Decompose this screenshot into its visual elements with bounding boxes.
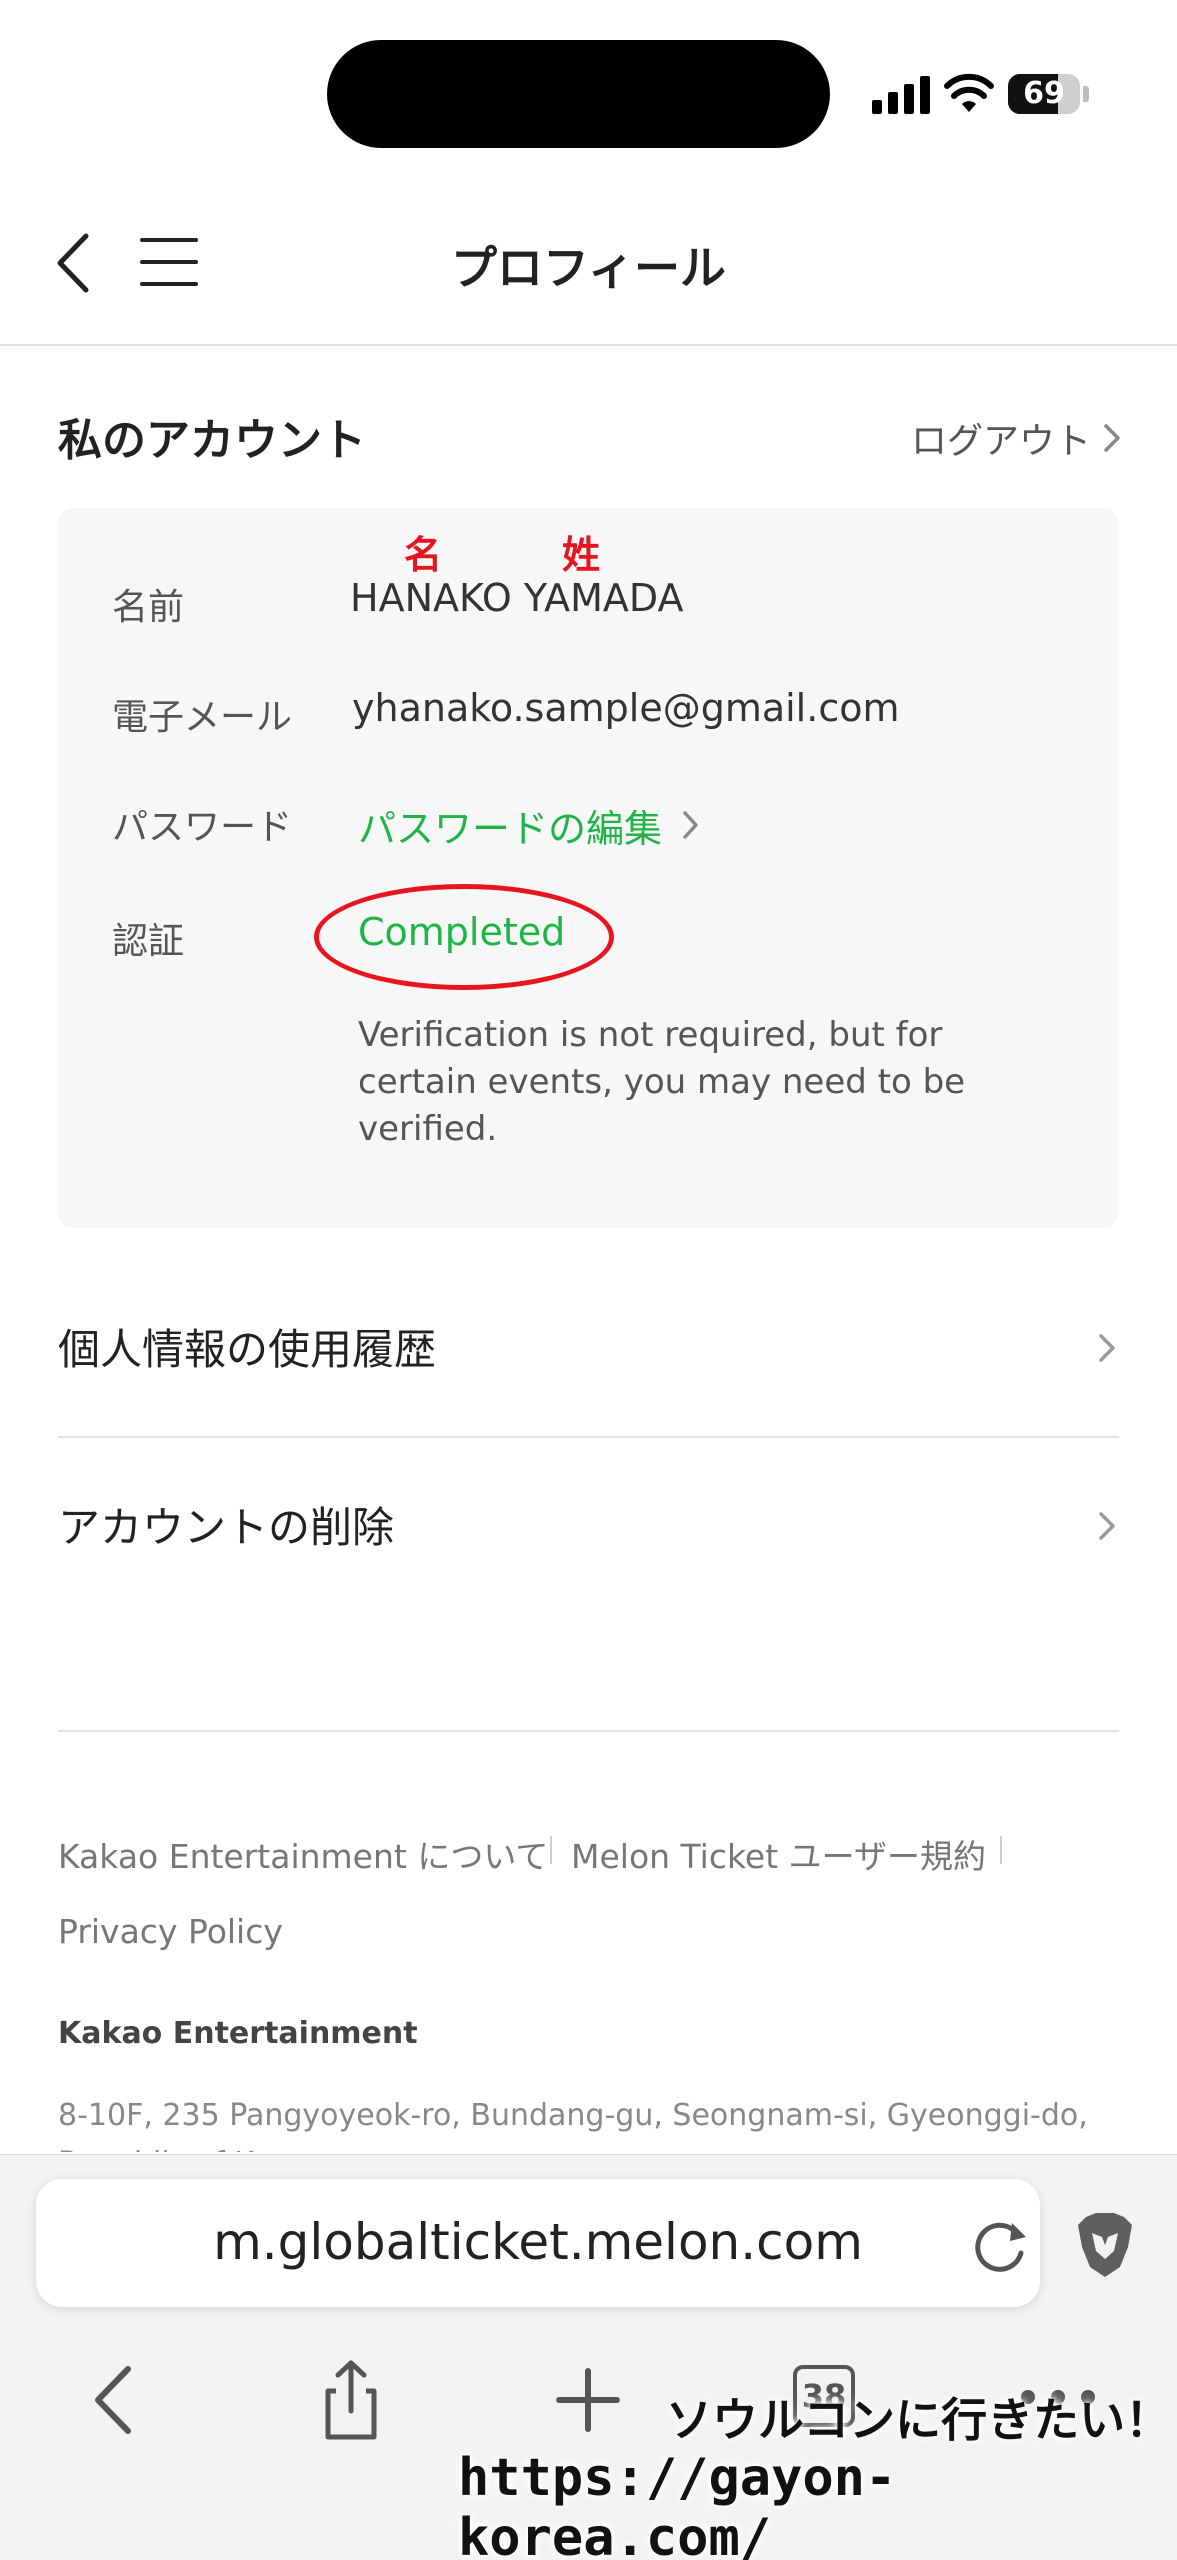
chevron-right-icon	[1099, 1334, 1115, 1362]
status-bar: 69	[0, 0, 1177, 180]
reload-icon[interactable]	[966, 2213, 1032, 2279]
verification-label: 認証	[112, 921, 185, 962]
address-bar[interactable]: m.globalticket.melon.com	[36, 2179, 1040, 2307]
email-label: 電子メール	[112, 697, 293, 738]
new-tab-icon[interactable]	[543, 2355, 633, 2445]
battery-level: 69	[1023, 76, 1065, 111]
watermark-text: ソウルコンに行きたい！	[666, 2393, 1172, 2447]
privacy-usage-history-item[interactable]: 個人情報の使用履歴	[58, 1260, 1119, 1438]
divider	[58, 1730, 1119, 1732]
edit-password-link[interactable]: パスワードの編集	[358, 798, 662, 853]
dynamic-island	[327, 40, 830, 148]
footer-separator	[550, 1836, 552, 1864]
footer-link-about[interactable]: Kakao Entertainment について	[58, 1830, 548, 1878]
page-header: プロフィール	[0, 180, 1177, 346]
page-title: プロフィール	[450, 241, 727, 295]
brave-lion-icon[interactable]	[1072, 2211, 1138, 2281]
logout-link[interactable]: ログアウト	[911, 412, 1091, 464]
list-item-label: アカウントの削除	[58, 1503, 395, 1552]
delete-account-item[interactable]: アカウントの削除	[58, 1438, 1119, 1616]
name-label: 名前	[112, 587, 185, 628]
signal-icon	[872, 76, 930, 114]
company-address: 8-10F, 235 Pangyoyeok-ro, Bundang-gu, Se…	[58, 2098, 1088, 2152]
list-item-label: 個人情報の使用履歴	[58, 1325, 437, 1374]
share-icon[interactable]	[306, 2355, 396, 2445]
footer-link-terms[interactable]: Melon Ticket ユーザー規約	[571, 1830, 986, 1878]
battery-icon: 69	[1008, 74, 1080, 114]
annotation-family-name: 姓	[562, 533, 601, 577]
chevron-right-icon[interactable]	[1100, 420, 1124, 456]
watermark-url: https://gayon-korea.com/	[458, 2448, 897, 2560]
email-value: yhanako.sample@gmail.com	[352, 686, 900, 730]
battery-nub	[1083, 86, 1089, 102]
annotation-given-name: 名	[404, 533, 443, 577]
chevron-right-icon[interactable]	[680, 808, 702, 842]
url-text: m.globalticket.melon.com	[213, 2213, 863, 2271]
browser-back-icon[interactable]	[72, 2355, 162, 2445]
footer-separator	[1000, 1836, 1002, 1864]
wifi-icon	[944, 73, 994, 112]
footer-link-privacy[interactable]: Privacy Policy	[58, 1912, 283, 1951]
password-label: パスワード	[112, 807, 293, 848]
chevron-right-icon	[1099, 1512, 1115, 1540]
verification-note: Verification is not required, but for ce…	[358, 1015, 966, 1149]
company-name: Kakao Entertainment	[58, 2016, 418, 2051]
name-value: HANAKO YAMADA	[350, 576, 684, 620]
section-title: 私のアカウント	[58, 415, 366, 466]
verification-status: Completed	[358, 910, 566, 954]
